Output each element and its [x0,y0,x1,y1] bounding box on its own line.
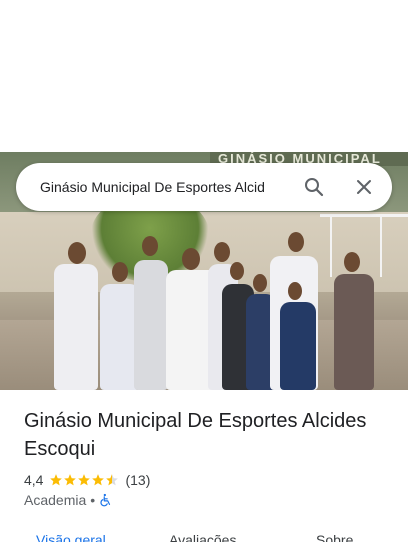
rating-row[interactable]: 4,4 (13) [24,470,150,490]
place-page: GINÁSIO MUNICIPAL Ginásio Municipal De E… [0,0,408,542]
review-count[interactable]: (13) [125,472,150,488]
photo-person-head [112,262,128,282]
close-icon[interactable] [352,175,376,199]
search-bar[interactable]: Ginásio Municipal De Esportes Alcid [16,163,392,211]
photo-person-head [182,248,200,270]
place-title: Ginásio Municipal De Esportes Alcides Es… [24,410,367,460]
photo-person-head [142,236,158,256]
tab-about[interactable]: Sobre [316,530,353,542]
separator-dot: • [90,492,96,508]
rating-stars [49,473,119,487]
photo-person-head [288,282,302,300]
photo-person-head [230,262,244,280]
wheelchair-icon[interactable] [99,493,113,507]
category-row: Academia • [24,490,113,510]
photo-person [134,260,168,390]
photo-person-head [288,232,304,252]
photo-person [280,302,316,390]
photo-person-head [214,242,230,262]
category-label: Academia [24,492,87,508]
photo-railing [320,214,408,277]
search-icon[interactable] [302,175,326,199]
top-blank-area [0,0,408,152]
star-icon [92,474,105,486]
star-icon [50,474,63,486]
star-half-icon [106,474,119,486]
star-icon [64,474,77,486]
tab-reviews[interactable]: Avaliações [169,530,236,542]
tab-overview[interactable]: Visão geral [36,530,106,542]
photo-person [54,264,98,390]
search-input[interactable]: Ginásio Municipal De Esportes Alcid [40,163,302,211]
tab-bar: Visão geral Avaliações Sobre [0,526,408,542]
photo-person [334,274,374,390]
star-icon [78,474,91,486]
rating-value: 4,4 [24,472,44,488]
photo-person-head [344,252,360,272]
photo-person-head [253,274,267,292]
photo-person-head [68,242,86,264]
